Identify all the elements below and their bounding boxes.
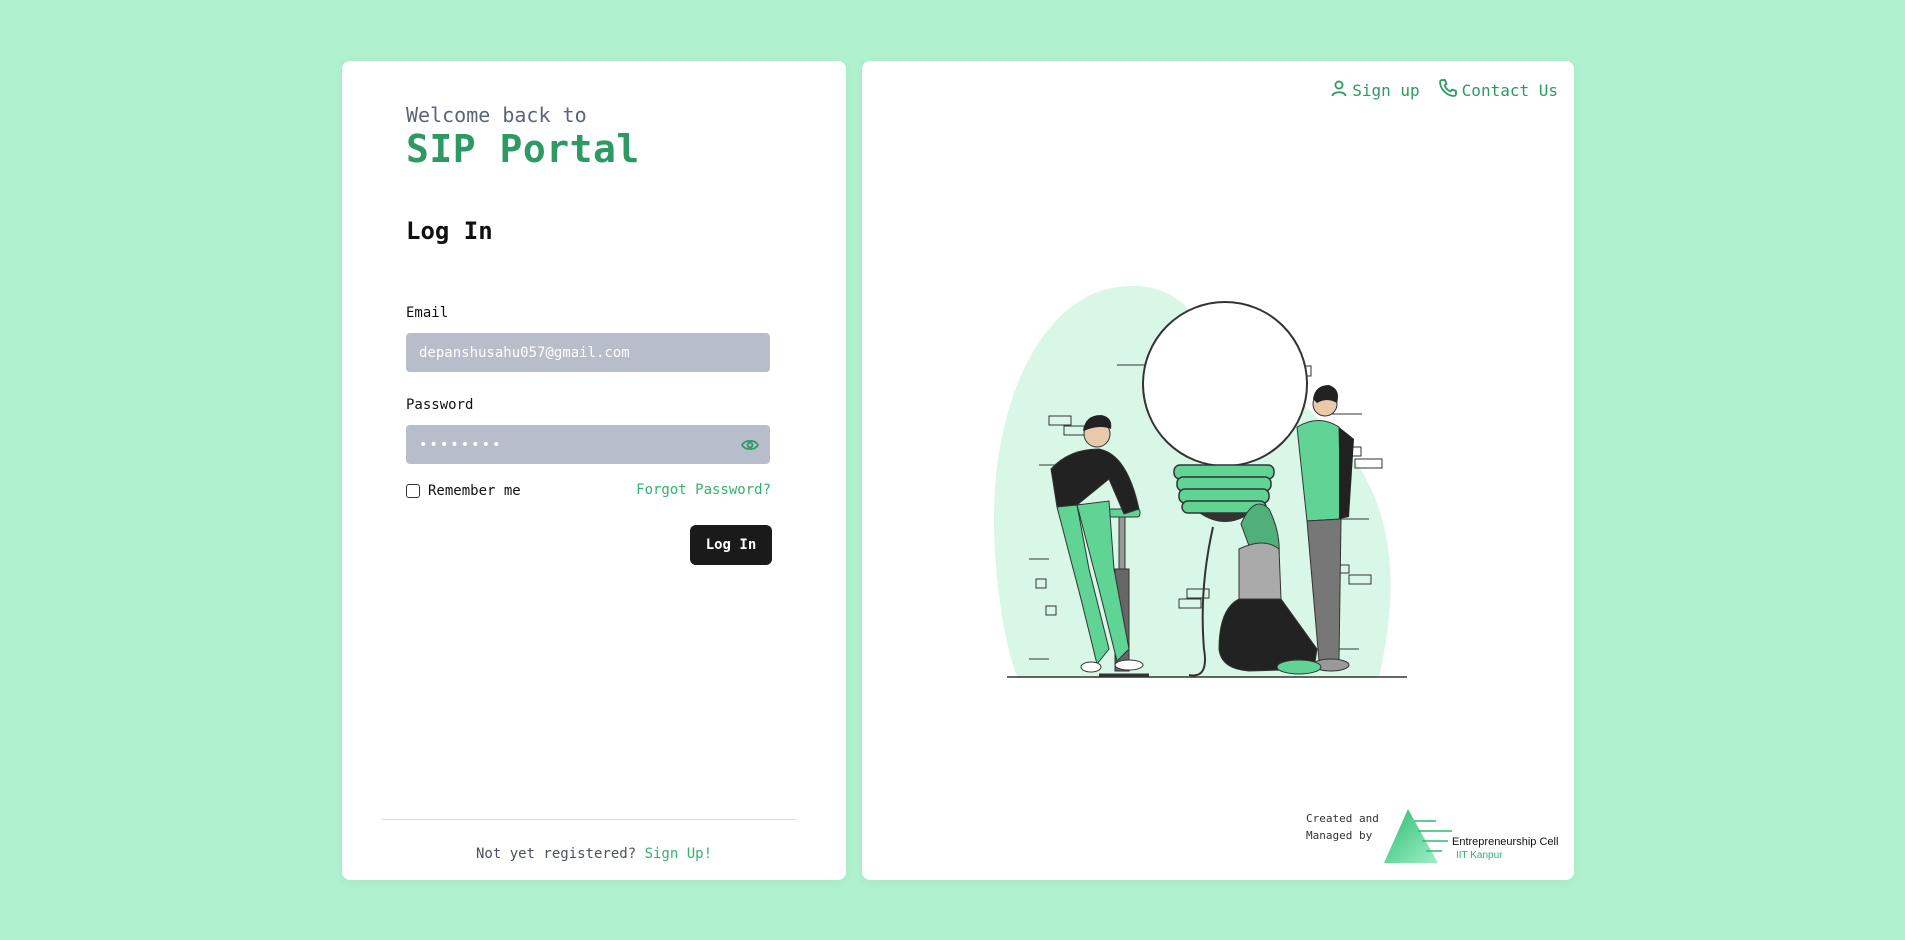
nav-contact[interactable]: Contact Us [1438,78,1558,102]
nav-signup-label: Sign up [1352,80,1420,100]
remember-checkbox[interactable] [406,484,420,498]
signup-prompt-text: Not yet registered? [475,846,637,862]
nav-contact-label: Contact Us [1461,80,1558,100]
nav-signup[interactable]: Sign up [1330,78,1420,102]
credits-line-2: Managed by [1306,829,1373,842]
divider [382,819,796,820]
ecell-logo: Entrepreneurship Cell IIT Kanpur [1384,809,1558,863]
lightbulb-illustration [994,285,1407,678]
illustration-card: Sign up Contact Us Created and Managed b… [862,61,1574,880]
credits-text: Created and Managed by [1306,810,1379,844]
top-nav: Sign up Contact Us [1330,78,1558,102]
eye-icon[interactable] [740,436,760,453]
remember-me[interactable]: Remember me [406,483,521,499]
credits-line-1: Created and [1306,812,1379,825]
login-button[interactable]: Log In [690,525,772,565]
forgot-password-link[interactable]: Forgot Password? [636,482,771,498]
password-field[interactable] [406,425,770,464]
email-label: Email [406,305,449,321]
ecell-sub: IIT Kanpur [1456,850,1503,861]
phone-icon [1438,78,1458,102]
signup-prompt: Not yet registered? Sign Up! [342,846,846,862]
login-heading: Log In [406,217,493,245]
welcome-text: Welcome back to [406,103,587,127]
user-icon [1330,79,1348,101]
remember-label: Remember me [428,483,521,499]
portal-title: SIP Portal [406,127,640,171]
email-field[interactable] [406,333,770,372]
login-card: Welcome back to SIP Portal Log In Email … [342,61,846,880]
signup-link[interactable]: Sign Up! [645,846,712,862]
ecell-name: Entrepreneurship Cell [1452,836,1558,848]
password-label: Password [406,397,474,413]
